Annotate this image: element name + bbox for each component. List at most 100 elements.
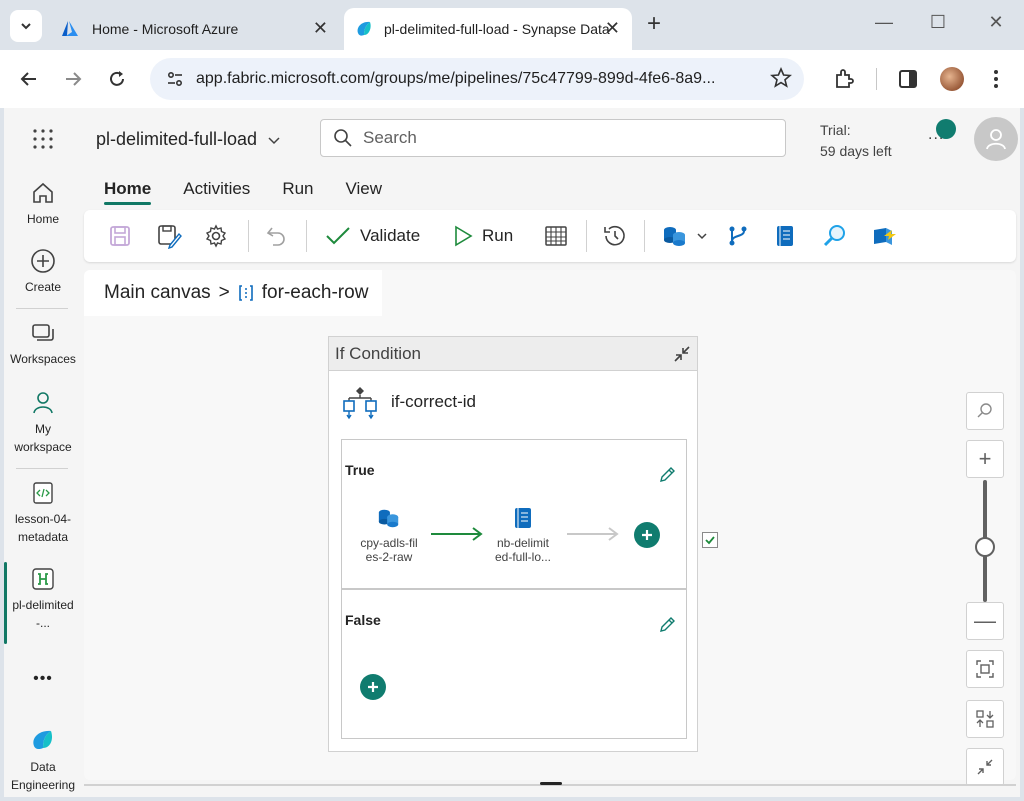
if-condition-title: If Condition <box>335 343 421 363</box>
if-condition-activity[interactable]: if-correct-id <box>341 383 476 421</box>
view-run-history-button[interactable] <box>602 222 628 250</box>
close-tab-icon[interactable]: ✕ <box>605 19 620 37</box>
back-button[interactable] <box>16 66 42 92</box>
extensions-icon[interactable] <box>832 67 856 91</box>
person-icon <box>33 392 53 414</box>
copy-data-dropdown[interactable] <box>662 222 708 250</box>
forward-button[interactable] <box>60 66 86 92</box>
rail-label: Home <box>26 212 59 226</box>
browser-tab-synapse[interactable]: pl-delimited-full-load - Synapse Data En… <box>344 8 632 50</box>
rail-item-data-engineering[interactable]: Data Engineering <box>4 726 82 794</box>
side-panel-icon[interactable] <box>896 67 920 91</box>
save-button[interactable] <box>108 222 132 250</box>
collapse-all-button[interactable] <box>966 748 1004 786</box>
breadcrumb-main-canvas[interactable]: Main canvas <box>104 282 211 304</box>
copy-job-button[interactable] <box>870 222 898 250</box>
fit-screen-icon <box>976 660 994 678</box>
rail-item-home[interactable]: Home <box>4 180 82 228</box>
rail-item-lesson-notebook[interactable]: lesson-04-metadata <box>4 480 82 546</box>
pipeline-icon <box>32 568 54 590</box>
tab-title: Home - Microsoft Azure <box>92 21 239 37</box>
browser-menu-icon[interactable] <box>984 67 1008 91</box>
notebook-activity-node[interactable]: nb-delimit ed-full-lo... <box>488 506 558 564</box>
history-icon <box>604 225 625 246</box>
properties-panel-resize-handle[interactable] <box>540 782 562 785</box>
copy-activity-node[interactable]: cpy-adls-fil es-2-raw <box>354 506 424 564</box>
add-activity-button[interactable] <box>360 674 386 700</box>
tab-run[interactable]: Run <box>282 178 329 208</box>
tab-home[interactable]: Home <box>104 178 167 208</box>
rail-item-pipeline[interactable]: pl-delimited-... <box>4 566 82 632</box>
canvas-search-button[interactable] <box>966 392 1004 430</box>
data-engineering-logo-icon <box>33 730 53 750</box>
pipeline-name: pl-delimited-full-load <box>96 129 258 149</box>
if-condition-container[interactable]: If Condition if-correct-id True cpy-adls… <box>328 336 698 752</box>
browser-tab-azure[interactable]: Home - Microsoft Azure ✕ <box>50 8 340 50</box>
true-branch-label: True <box>345 462 375 478</box>
notebook-activity-label: nb-delimit ed-full-lo... <box>494 536 552 564</box>
gear-icon <box>205 224 227 248</box>
collapse-icon[interactable] <box>671 343 693 365</box>
fabric-app: pl-delimited-full-load Trial: 59 days le… <box>4 108 1020 797</box>
tab-view[interactable]: View <box>346 178 399 208</box>
pipeline-name-dropdown[interactable]: pl-delimited-full-load <box>96 129 281 150</box>
copy-activity-label: cpy-adls-fil es-2-raw <box>360 536 418 564</box>
settings-button[interactable] <box>204 222 228 250</box>
save-as-button[interactable] <box>156 222 182 250</box>
workspaces-icon <box>32 324 54 341</box>
undo-button[interactable] <box>264 222 288 250</box>
fit-to-screen-button[interactable] <box>966 650 1004 688</box>
search-input[interactable] <box>363 128 763 148</box>
bookmark-star-icon[interactable] <box>770 67 792 89</box>
reload-button[interactable] <box>104 66 130 92</box>
close-tab-icon[interactable]: ✕ <box>313 19 328 37</box>
notebook-button[interactable] <box>774 222 796 250</box>
pencil-icon[interactable] <box>658 616 676 634</box>
checkmark-icon <box>326 227 350 245</box>
zoom-in-button[interactable]: + <box>966 440 1004 478</box>
pipeline-canvas[interactable]: Main canvas > for-each-row If Condition … <box>84 270 1016 786</box>
true-branch[interactable]: True cpy-adls-fil es-2-raw nb-delimit ed… <box>341 439 687 589</box>
notification-dot <box>936 119 956 139</box>
app-header: pl-delimited-full-load Trial: 59 days le… <box>4 108 1020 170</box>
notebook-icon <box>777 226 793 246</box>
close-window-button[interactable]: ✕ <box>976 12 1016 33</box>
add-activity-button[interactable] <box>634 522 660 548</box>
trial-label: Trial: <box>820 122 851 138</box>
rail-label: Create <box>24 280 62 294</box>
new-tab-button[interactable]: + <box>640 12 668 36</box>
user-avatar[interactable] <box>974 117 1018 161</box>
rail-more-button[interactable]: ••• <box>4 670 82 688</box>
left-navigation-rail: Home Create Workspaces My workspace less… <box>4 170 82 797</box>
success-connector-checkbox[interactable] <box>702 532 718 548</box>
success-arrow-icon <box>431 527 483 541</box>
rail-item-create[interactable]: Create <box>4 248 82 296</box>
zoom-slider-thumb[interactable] <box>975 537 995 558</box>
tab-search-button[interactable] <box>10 10 42 42</box>
false-branch[interactable]: False <box>341 589 687 739</box>
run-button[interactable]: Run <box>452 222 513 250</box>
add-circle-icon <box>31 249 55 273</box>
lookup-button[interactable] <box>822 222 848 250</box>
browser-profile-avatar[interactable] <box>940 67 964 91</box>
rail-label: lesson-04-metadata <box>14 512 72 544</box>
search-box[interactable] <box>320 119 786 157</box>
zoom-out-button[interactable]: — <box>966 602 1004 640</box>
rail-item-workspaces[interactable]: Workspaces <box>4 320 82 368</box>
maximize-button[interactable]: ☐ <box>918 12 958 33</box>
validate-button[interactable]: Validate <box>324 222 420 250</box>
minimize-button[interactable]: — <box>864 12 904 33</box>
toolbar-divider <box>248 220 249 252</box>
tab-title: pl-delimited-full-load - Synapse Data En… <box>384 21 614 37</box>
search-icon <box>977 403 992 418</box>
schedule-button[interactable] <box>544 222 568 250</box>
rail-item-my-workspace[interactable]: My workspace <box>4 390 82 456</box>
tab-activities[interactable]: Activities <box>183 178 266 208</box>
site-info-icon <box>167 71 183 87</box>
dataflow-button[interactable] <box>726 222 750 250</box>
pencil-icon[interactable] <box>658 466 676 484</box>
auto-align-button[interactable] <box>966 700 1004 738</box>
address-bar[interactable]: app.fabric.microsoft.com/groups/me/pipel… <box>150 58 804 100</box>
auto-align-icon <box>976 710 994 728</box>
app-launcher-icon[interactable] <box>32 128 54 150</box>
